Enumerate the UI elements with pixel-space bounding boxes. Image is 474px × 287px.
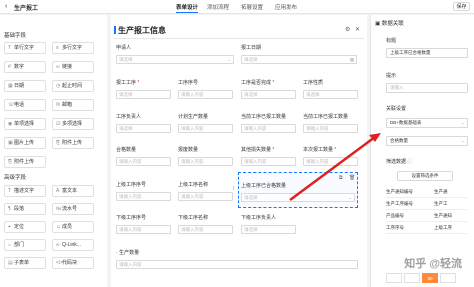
arrow-shaft <box>289 135 376 202</box>
watermark: 知乎 @轻流 <box>404 258 462 270</box>
annotation-arrow <box>289 133 381 202</box>
